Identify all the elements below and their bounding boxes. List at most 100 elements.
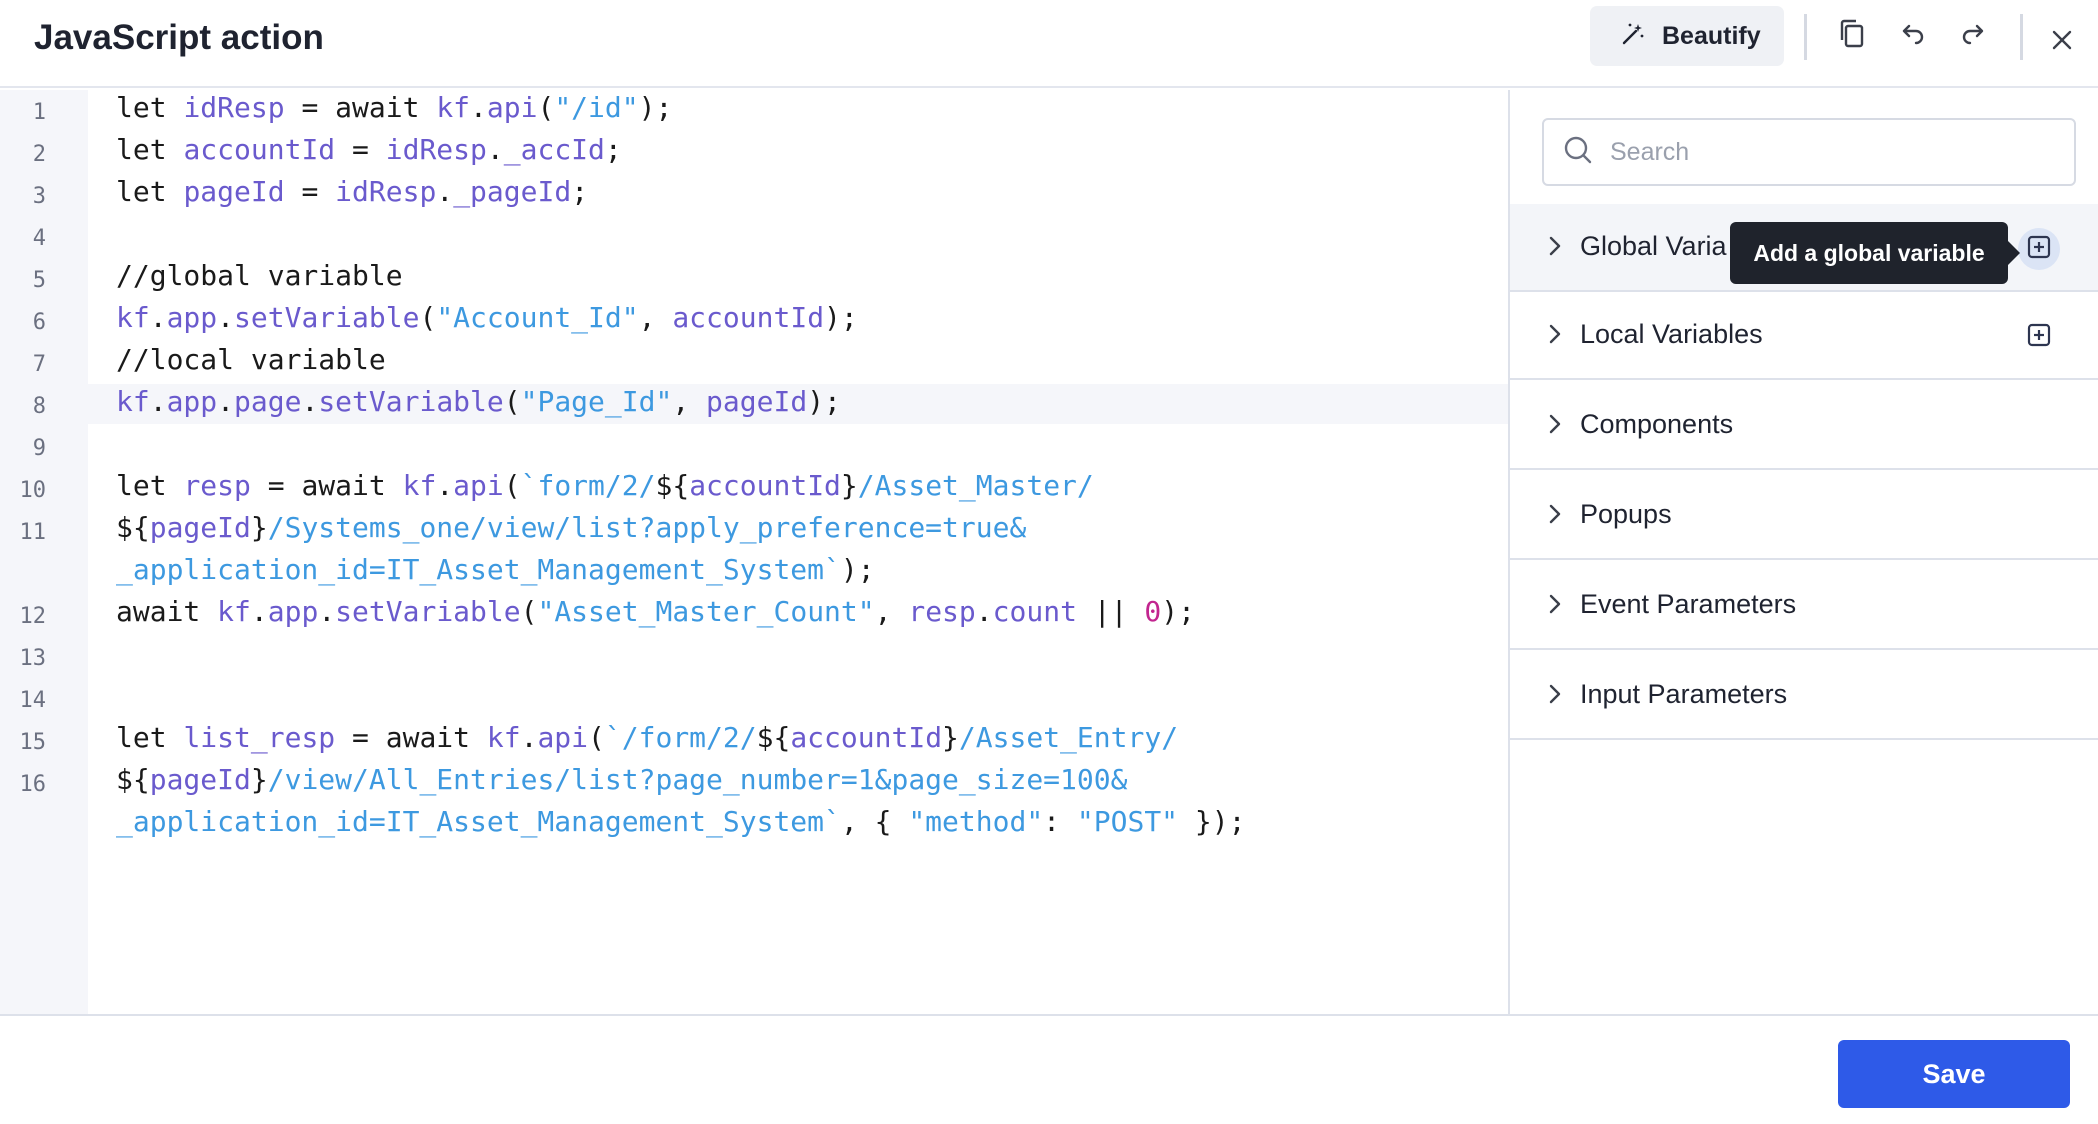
code-token: let — [116, 175, 184, 208]
code-token: "Asset_Master_Count" — [537, 595, 875, 628]
code-token: . — [486, 133, 504, 166]
code-token: ${ — [655, 469, 690, 502]
line-number: 4 — [32, 226, 46, 251]
code-token: ); — [824, 301, 858, 334]
code-token: = — [335, 133, 386, 166]
add-global-variable-tooltip: Add a global variable — [1730, 222, 2020, 284]
search-box[interactable] — [1542, 118, 2076, 186]
code-token: . — [250, 595, 268, 628]
code-token: ( — [503, 469, 521, 502]
copy-icon — [1837, 18, 1867, 55]
code-token: ); — [1161, 595, 1195, 628]
code-token: kf — [402, 469, 437, 502]
plus-square-icon — [2027, 235, 2051, 264]
section-label: Input Parameters — [1580, 679, 1788, 709]
line-number: 15 — [19, 730, 47, 755]
code-token: . — [149, 301, 167, 334]
line-number: 12 — [19, 604, 47, 629]
code-token: . — [436, 469, 454, 502]
code-token: /Asset_Master/ — [857, 469, 1094, 502]
code-token: , — [672, 385, 707, 418]
line-number: 10 — [19, 478, 47, 503]
line-number: 13 — [19, 646, 47, 671]
code-token: idResp — [183, 91, 285, 124]
search-input[interactable] — [1608, 136, 2052, 168]
code-line: let resp = await kf.api(`form/2/${accoun… — [116, 465, 1094, 507]
code-token: list_resp — [183, 721, 336, 754]
code-token: = await — [284, 91, 437, 124]
code-token: setVariable — [335, 595, 521, 628]
add-global-variable-button[interactable] — [2018, 228, 2060, 270]
code-token: ; — [571, 175, 589, 208]
code-token: . — [520, 721, 538, 754]
save-button[interactable]: Save — [1838, 1040, 2070, 1108]
code-token: //local variable — [116, 343, 386, 376]
code-line: ${pageId}/view/All_Entries/list?page_num… — [116, 759, 1127, 801]
line-number: 14 — [19, 688, 47, 713]
section-label: Popups — [1580, 499, 1672, 529]
chevron-right-icon — [1546, 412, 1564, 441]
code-token: "/id" — [554, 91, 639, 124]
copy-button[interactable] — [1832, 16, 1872, 56]
line-number: 8 — [32, 394, 46, 419]
line-number: 9 — [32, 436, 46, 461]
code-token: . — [149, 385, 167, 418]
redo-button[interactable] — [1954, 16, 1994, 56]
code-editor[interactable]: 1 2 3 4 5 6 7 8 9 10 11 12 13 14 15 16 let idResp = awa… — [0, 90, 1508, 1014]
code-line: _application_id=IT_Asset_Management_Syst… — [116, 801, 1245, 843]
code-token: app — [267, 595, 319, 628]
code-token: accountId — [790, 721, 943, 754]
code-token: : — [1043, 805, 1077, 838]
code-token: } — [250, 511, 268, 544]
search-icon — [1562, 134, 1594, 171]
code-line: let accountId = idResp._accId; — [116, 129, 622, 171]
code-token: accountId — [672, 301, 825, 334]
code-token: } — [840, 469, 858, 502]
code-line: kf.app.page.setVariable("Page_Id", pageI… — [116, 381, 841, 423]
code-token: accountId — [689, 469, 841, 502]
code-token: kf — [436, 91, 471, 124]
undo-icon — [1897, 19, 1927, 54]
chevron-right-icon — [1546, 502, 1564, 531]
code-token: "POST" — [1076, 805, 1179, 838]
code-token: = await — [335, 721, 487, 754]
code-token: ( — [520, 595, 538, 628]
dialog-footer: Save — [0, 1014, 2098, 1124]
code-line: let idResp = await kf.api("/id"); — [116, 87, 672, 129]
chevron-right-icon — [1546, 322, 1564, 351]
code-token: resp — [183, 469, 251, 502]
redo-icon — [1959, 19, 1989, 54]
code-token: . — [975, 595, 993, 628]
code-line: kf.app.setVariable("Account_Id", account… — [116, 297, 858, 339]
undo-button[interactable] — [1892, 16, 1932, 56]
code-line: await kf.app.setVariable("Asset_Master_C… — [116, 591, 1195, 633]
code-token: app — [166, 301, 218, 334]
beautify-button[interactable]: Beautify — [1590, 6, 1784, 66]
code-token: await — [116, 595, 218, 628]
section-components[interactable]: Components — [1510, 382, 2098, 470]
code-token: ( — [503, 385, 521, 418]
code-token: let — [116, 721, 184, 754]
code-token: ); — [638, 91, 673, 124]
magic-wand-icon — [1620, 21, 1646, 52]
section-local-variables[interactable]: Local Variables — [1510, 292, 2098, 380]
code-line: //global variable — [116, 255, 403, 297]
plus-square-icon — [2027, 323, 2051, 352]
code-token: `/form/2/ — [604, 721, 757, 754]
section-input-parameters[interactable]: Input Parameters — [1510, 652, 2098, 740]
header-divider — [1804, 14, 1807, 60]
add-local-variable-button[interactable] — [2018, 316, 2060, 358]
close-button[interactable] — [2042, 22, 2082, 62]
section-event-parameters[interactable]: Event Parameters — [1510, 562, 2098, 650]
code-token: kf — [486, 721, 521, 754]
code-token: , — [638, 301, 673, 334]
code-token: "Page_Id" — [520, 385, 673, 418]
code-token: = — [284, 175, 336, 208]
code-token: let — [116, 133, 184, 166]
code-token: ${ — [756, 721, 791, 754]
code-token: pageId — [149, 763, 251, 796]
code-line: //local variable — [116, 339, 386, 381]
code-token: ); — [807, 385, 841, 418]
section-popups[interactable]: Popups — [1510, 472, 2098, 560]
code-token: pageId — [706, 385, 808, 418]
